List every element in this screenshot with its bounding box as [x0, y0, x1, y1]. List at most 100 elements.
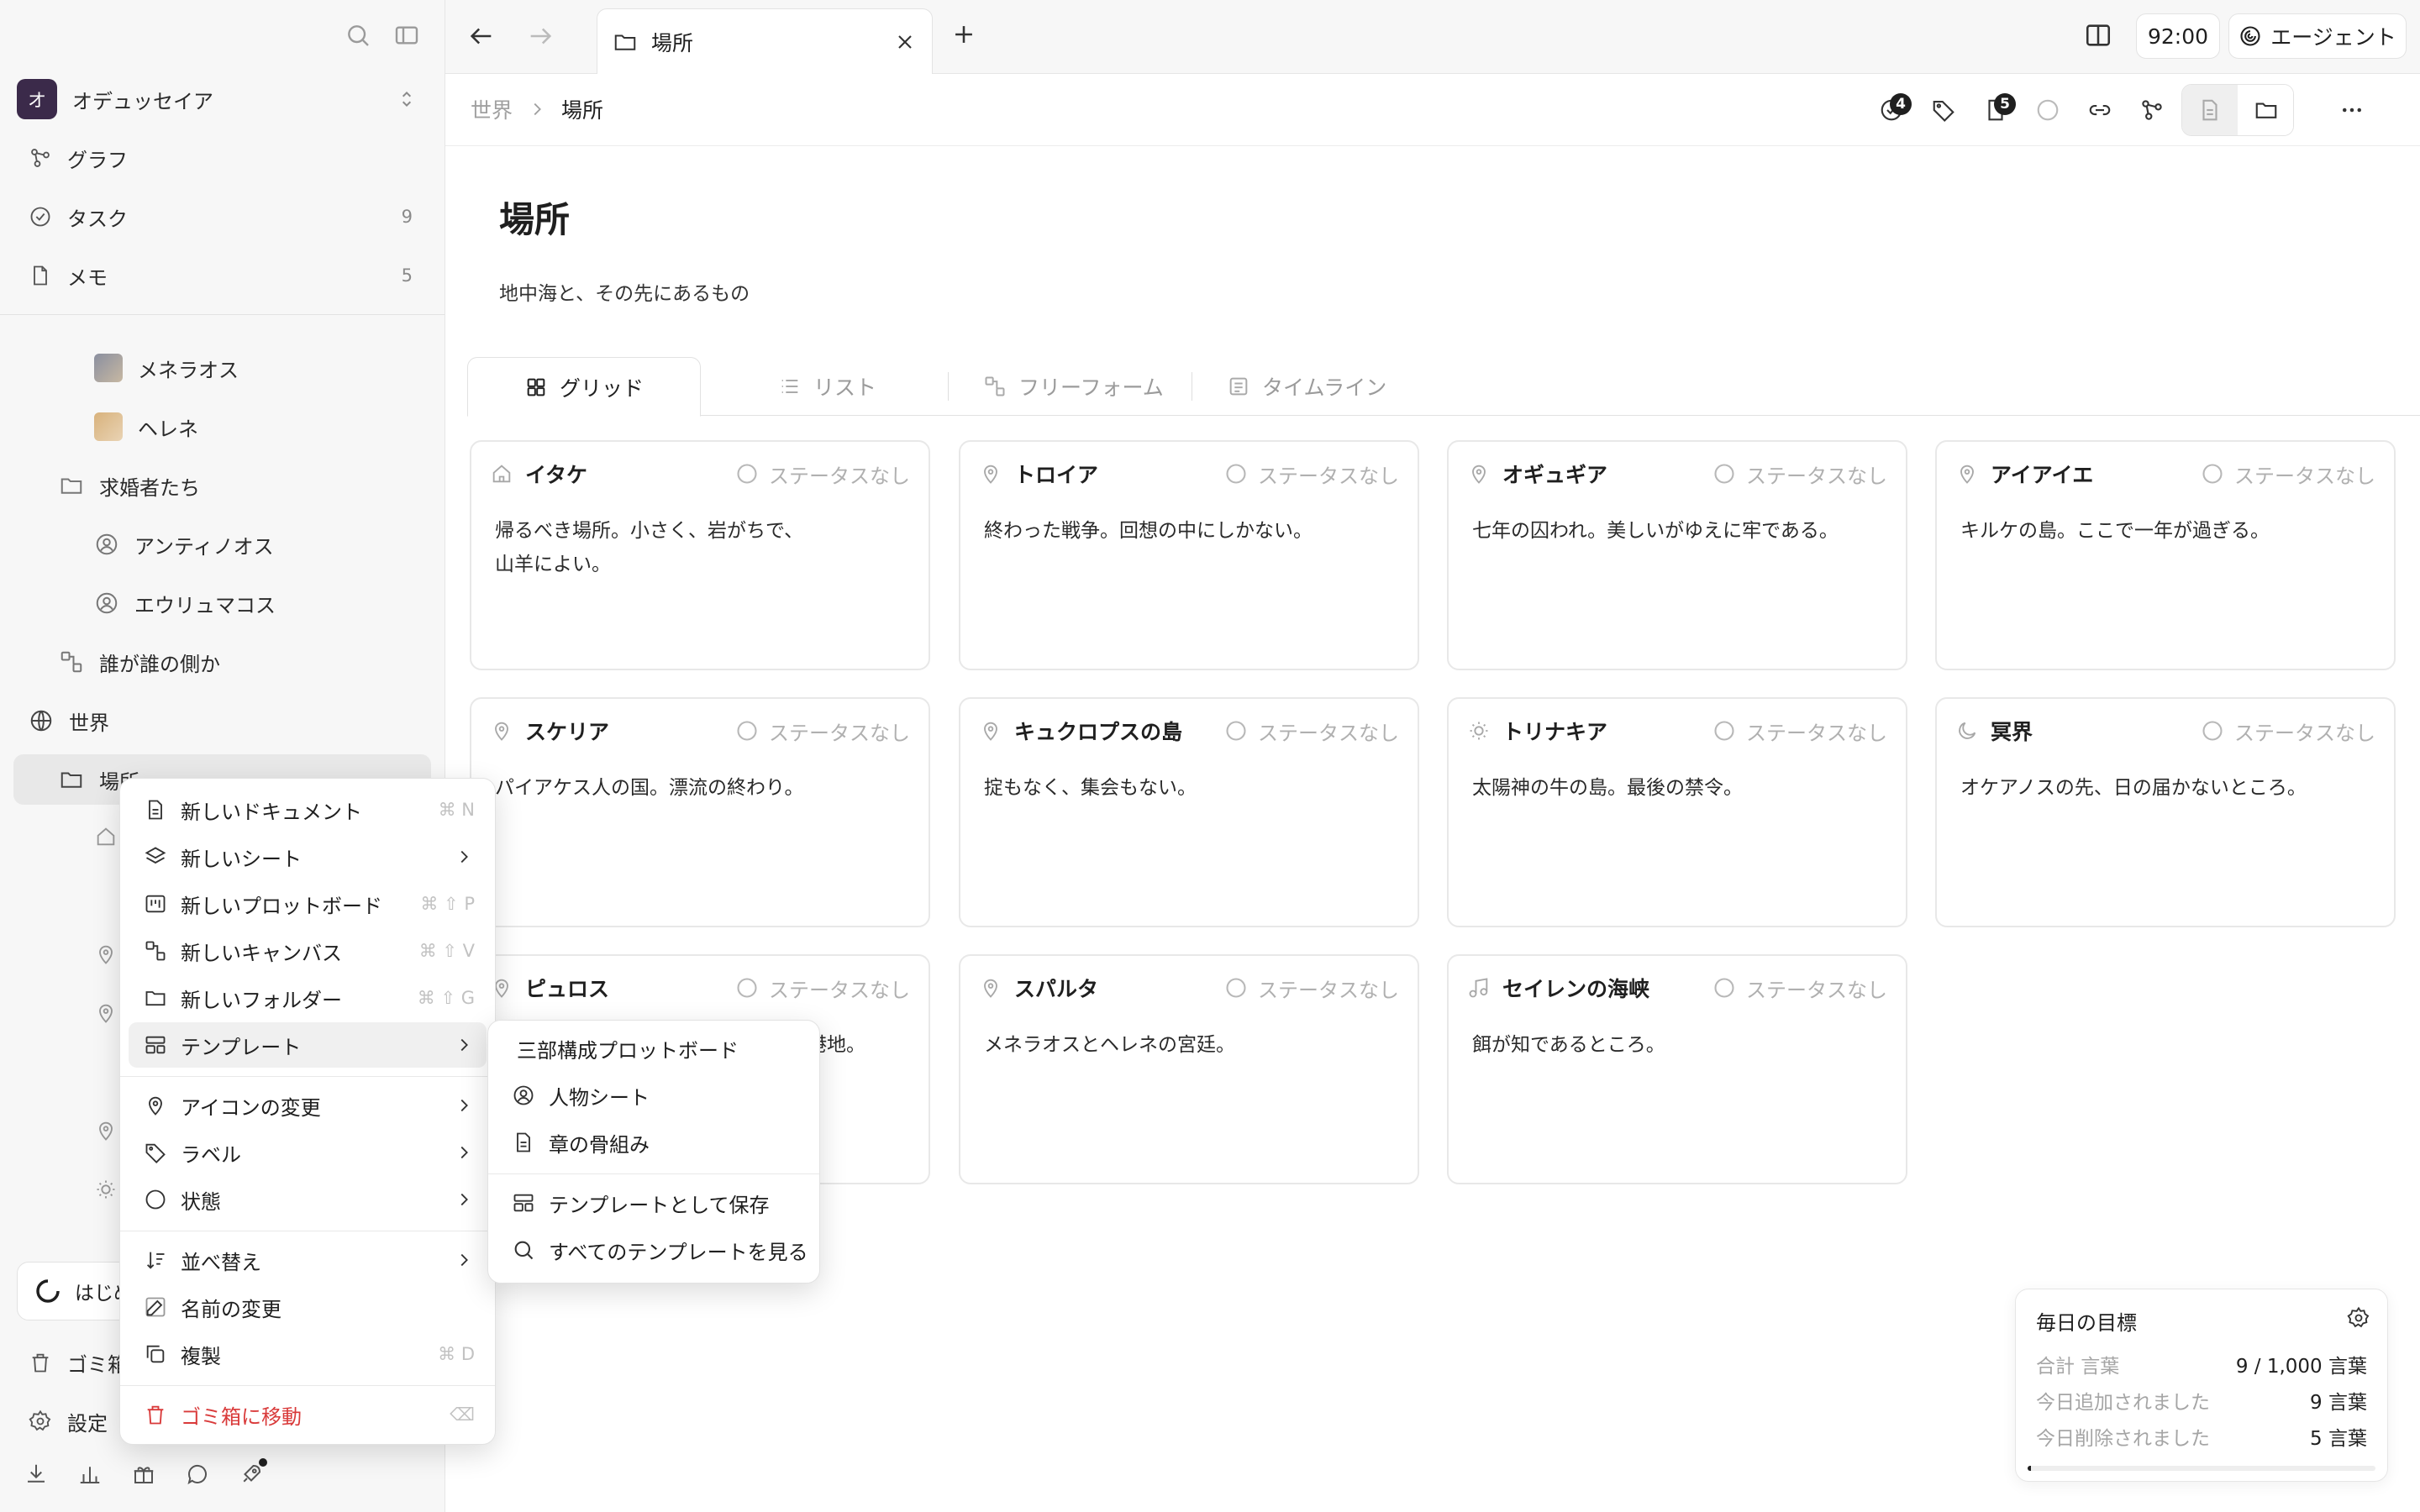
list-icon	[778, 375, 802, 398]
menu-item-labels[interactable]: ラベル	[129, 1130, 487, 1175]
portrait-thumbnail	[94, 354, 123, 382]
search-icon[interactable]	[345, 22, 371, 49]
new-tab-plus-icon[interactable]	[950, 20, 978, 49]
split-view-icon[interactable]	[2084, 21, 2112, 50]
timeline-icon	[1227, 375, 1250, 398]
tab-places[interactable]: 場所	[597, 8, 933, 74]
card-underworld[interactable]: 冥界 ステータスなし オケアノスの先、日の届かないところ。	[1935, 697, 2396, 927]
card-cyclops-island[interactable]: キュクロプスの島 ステータスなし 掟もなく、集会もない。	[959, 697, 1419, 927]
card-title: スケリア	[525, 720, 610, 744]
sidebar-toggle-icon[interactable]	[393, 22, 420, 49]
tab-timeline[interactable]: タイムライン	[1202, 357, 1412, 416]
close-icon[interactable]	[893, 30, 917, 54]
card-troy[interactable]: トロイア ステータスなし 終わった戦争。回想の中にしかない。	[959, 440, 1419, 670]
grid-icon	[524, 375, 548, 399]
document-view-icon[interactable]	[2182, 85, 2238, 135]
status-selector[interactable]: ステータスなし	[735, 717, 910, 746]
card-ogygia[interactable]: オギュギア ステータスなし 七年の囚われ。美しいがゆえに牢である。	[1447, 440, 1907, 670]
sidebar-item-antinous[interactable]: アンティノオス	[13, 519, 431, 570]
gear-icon[interactable]	[2347, 1306, 2370, 1330]
status-selector[interactable]: ステータスなし	[1712, 974, 1887, 1003]
card-title: セイレンの海峡	[1502, 977, 1650, 1001]
template-character-sheet[interactable]: 人物シート	[497, 1073, 811, 1118]
status-selector[interactable]: ステータスなし	[2201, 459, 2375, 489]
card-siren-strait[interactable]: セイレンの海峡 ステータスなし 餌が知であるところ。	[1447, 954, 1907, 1184]
view-all-templates[interactable]: すべてのテンプレートを見る	[497, 1227, 811, 1273]
sidebar-item-graph[interactable]: グラフ	[13, 133, 431, 183]
sidebar-item-menelaus[interactable]: メネラオス	[13, 343, 431, 393]
status-selector[interactable]: ステータスなし	[1224, 717, 1399, 746]
menu-item-new-plotboard[interactable]: 新しいプロットボード ⌘ ⇧ P	[129, 881, 487, 927]
sidebar-item-suitors[interactable]: 求婚者たち	[13, 460, 431, 511]
menu-item-move-to-trash[interactable]: ゴミ箱に移動 ⌫	[129, 1392, 487, 1437]
status-button[interactable]	[2027, 89, 2069, 131]
page-description[interactable]: 地中海と、その先にあるもの	[499, 277, 750, 306]
tab-freeform[interactable]: フリーフォーム	[958, 357, 1189, 416]
menu-item-new-document[interactable]: 新しいドキュメント ⌘ N	[129, 787, 487, 832]
link-button[interactable]	[2079, 89, 2121, 131]
menu-item-new-sheet[interactable]: 新しいシート	[129, 834, 487, 879]
template-three-act-plotboard[interactable]: 三部構成プロットボード	[497, 1026, 811, 1071]
sidebar-item-world[interactable]: 世界	[13, 696, 431, 746]
menu-item-duplicate[interactable]: 複製 ⌘ D	[129, 1331, 487, 1377]
menu-divider	[488, 1173, 819, 1174]
page-title[interactable]: 場所	[499, 192, 570, 243]
status-selector[interactable]: ステータスなし	[735, 459, 910, 489]
status-selector[interactable]: ステータスなし	[1224, 974, 1399, 1003]
empty-circle-icon	[2201, 462, 2224, 486]
gift-icon[interactable]	[131, 1462, 156, 1487]
forward-arrow-icon[interactable]	[526, 22, 555, 50]
workspace-switcher[interactable]: オ オデュッセイア	[13, 74, 431, 124]
breadcrumb-parent[interactable]: 世界	[471, 94, 513, 124]
tasks-button[interactable]: 4	[1870, 89, 1912, 131]
card-scheria[interactable]: スケリア ステータスなし パイアケス人の国。漂流の終わり。	[470, 697, 930, 927]
tag-icon	[144, 1141, 167, 1164]
bar-chart-icon[interactable]	[77, 1462, 103, 1487]
menu-item-rename[interactable]: 名前の変更	[129, 1284, 487, 1330]
status-selector[interactable]: ステータスなし	[1712, 459, 1887, 489]
status-label: ステータスなし	[1258, 464, 1399, 488]
menu-item-new-folder[interactable]: 新しいフォルダー ⌘ ⇧ G	[129, 975, 487, 1021]
rocket-icon[interactable]	[239, 1458, 267, 1487]
sidebar-item-helen[interactable]: ヘレネ	[13, 402, 431, 452]
status-selector[interactable]: ステータスなし	[2201, 717, 2375, 746]
sidebar-item-eurymachus[interactable]: エウリュマコス	[13, 578, 431, 628]
graph-button[interactable]	[2131, 89, 2173, 131]
folder-view-icon[interactable]	[2238, 85, 2293, 135]
documents-button[interactable]: 5	[1975, 89, 2017, 131]
template-chapter-outline[interactable]: 章の骨組み	[497, 1120, 811, 1165]
status-selector[interactable]: ステータスなし	[735, 974, 910, 1003]
menu-item-label: 人物シート	[549, 1085, 650, 1110]
menu-item-new-canvas[interactable]: 新しいキャンバス ⌘ ⇧ V	[129, 928, 487, 974]
more-button[interactable]	[2331, 89, 2373, 131]
empty-circle-icon	[1712, 976, 1736, 1000]
sidebar-item-who-side[interactable]: 誰が誰の側か	[13, 637, 431, 687]
menu-item-templates[interactable]: テンプレート	[129, 1022, 487, 1068]
card-sparta[interactable]: スパルタ ステータスなし メネラオスとヘレネの宮廷。	[959, 954, 1419, 1184]
menu-item-status[interactable]: 状態	[129, 1177, 487, 1222]
chevron-right-icon	[455, 1036, 473, 1054]
goal-progress-fill	[2028, 1466, 2032, 1471]
chat-bubble-icon[interactable]	[185, 1462, 210, 1487]
tasks-badge: 4	[1890, 93, 1912, 115]
sidebar-item-tasks[interactable]: タスク 9	[13, 192, 431, 242]
tab-grid[interactable]: グリッド	[467, 357, 701, 417]
labels-button[interactable]	[1923, 89, 1965, 131]
menu-item-change-icon[interactable]: アイコンの変更	[129, 1083, 487, 1128]
breadcrumb-current: 場所	[561, 98, 604, 123]
card-aiaia[interactable]: アイアイエ ステータスなし キルケの島。ここで一年が過ぎる。	[1935, 440, 2396, 670]
status-selector[interactable]: ステータスなし	[1224, 459, 1399, 489]
file-text-icon	[144, 798, 167, 822]
sidebar-item-notes[interactable]: メモ 5	[13, 250, 431, 301]
save-as-template[interactable]: テンプレートとして保存	[497, 1180, 811, 1226]
download-icon[interactable]	[24, 1462, 49, 1487]
menu-item-sort[interactable]: 並べ替え	[129, 1237, 487, 1283]
timer-button[interactable]: 92:00	[2136, 13, 2220, 59]
tab-list[interactable]: リスト	[753, 357, 902, 416]
card-ithaca[interactable]: イタケ ステータスなし 帰るべき場所。小さく、岩がちで、 山羊によい。	[470, 440, 930, 670]
status-selector[interactable]: ステータスなし	[1712, 717, 1887, 746]
user-circle-icon	[94, 532, 119, 557]
back-arrow-icon[interactable]	[467, 22, 496, 50]
card-thrinacia[interactable]: トリナキア ステータスなし 太陽神の牛の島。最後の禁令。	[1447, 697, 1907, 927]
agent-button[interactable]: エージェント	[2228, 13, 2407, 59]
